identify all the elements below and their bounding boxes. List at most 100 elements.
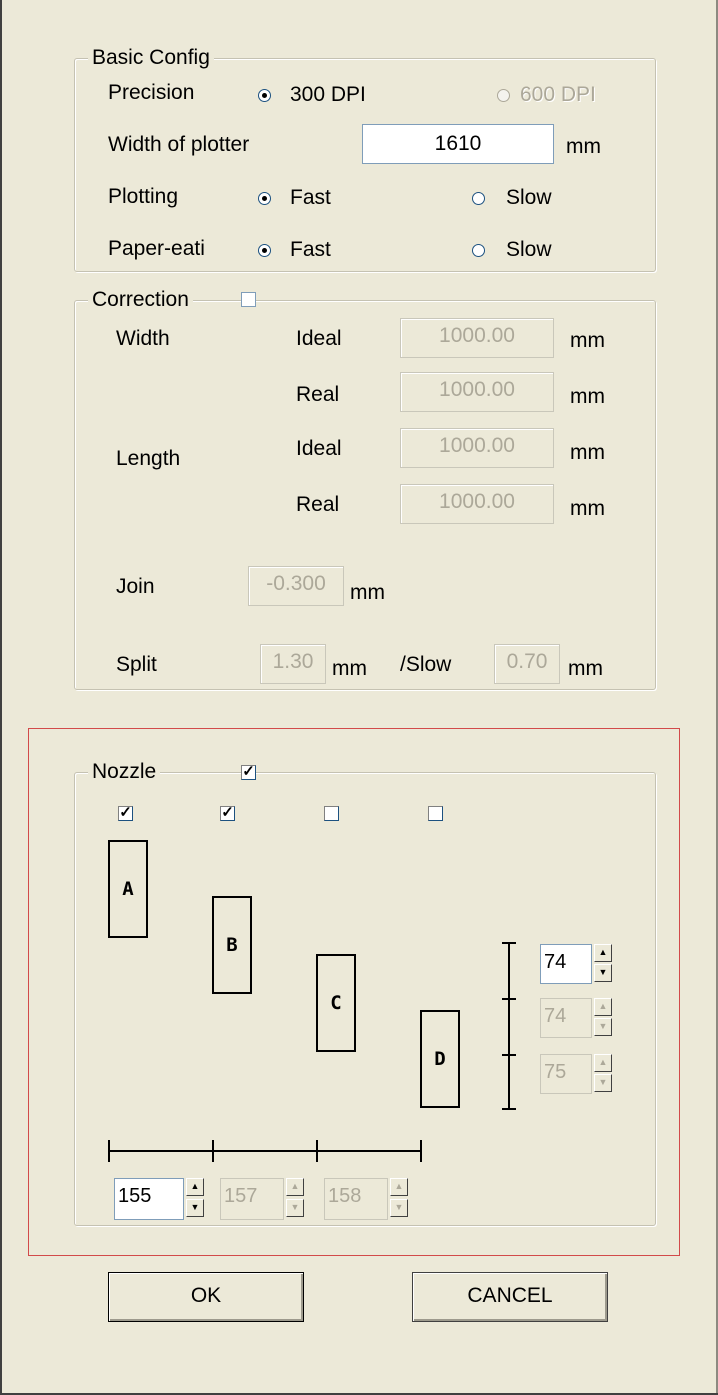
join-unit: mm bbox=[350, 581, 385, 604]
offset-c-d-spinner: ▲ ▼ bbox=[390, 1178, 408, 1220]
check-icon: ✓ bbox=[242, 763, 255, 780]
arrow-down-icon: ▼ bbox=[598, 967, 608, 977]
check-icon: ✓ bbox=[119, 804, 132, 821]
vertical-offset-line bbox=[508, 942, 510, 1110]
precision-300dpi-label[interactable]: 300 DPI bbox=[290, 82, 366, 108]
paper-eating-label: Paper-eati bbox=[108, 237, 205, 260]
spinner-up-button[interactable]: ▲ bbox=[186, 1178, 204, 1196]
correction-legend: Correction bbox=[88, 288, 193, 312]
check-icon: ✓ bbox=[221, 804, 234, 821]
paper-fast-label[interactable]: Fast bbox=[290, 237, 331, 263]
ok-button[interactable]: OK bbox=[108, 1272, 304, 1322]
offset-a-b-spinner-input[interactable]: 155 bbox=[114, 1178, 184, 1220]
vertical-offset-tick bbox=[502, 998, 516, 1000]
spinner-down-button: ▼ bbox=[594, 1074, 612, 1092]
arrow-up-icon: ▲ bbox=[394, 1181, 404, 1191]
nozzle-enable-checkbox[interactable]: ✓ bbox=[241, 763, 256, 780]
length-real-label: Real bbox=[296, 493, 340, 516]
width-of-plotter-input[interactable]: 1610 bbox=[362, 124, 554, 164]
spinner-down-button: ▼ bbox=[390, 1199, 408, 1217]
offset-d-spinner-input: 75 bbox=[540, 1054, 592, 1094]
horizontal-offset-tick bbox=[108, 1140, 110, 1162]
plotting-fast-radio[interactable] bbox=[258, 192, 271, 205]
width-of-plotter-label: Width of plotter bbox=[108, 133, 250, 156]
width-real-input: 1000.00 bbox=[400, 372, 554, 412]
spinner-down-button[interactable]: ▼ bbox=[594, 964, 612, 982]
correction-width-label: Width bbox=[116, 327, 170, 350]
split-input: 1.30 bbox=[260, 644, 326, 684]
horizontal-offset-tick bbox=[316, 1140, 318, 1162]
offset-b-spinner-input[interactable]: 74 bbox=[540, 944, 592, 984]
cancel-button[interactable]: CANCEL bbox=[412, 1272, 608, 1322]
spinner-up-button: ▲ bbox=[594, 998, 612, 1016]
offset-b-c-spinner: ▲ ▼ bbox=[286, 1178, 304, 1220]
arrow-down-icon: ▼ bbox=[598, 1077, 608, 1087]
width-real-label: Real bbox=[296, 383, 340, 406]
plotting-slow-radio[interactable] bbox=[472, 192, 485, 205]
nozzle-b-block: B bbox=[212, 896, 252, 994]
width-ideal-label: Ideal bbox=[296, 327, 342, 350]
precision-label: Precision bbox=[108, 81, 195, 104]
spinner-up-button: ▲ bbox=[390, 1178, 408, 1196]
spinner-down-button: ▼ bbox=[286, 1199, 304, 1217]
slow-unit: mm bbox=[568, 657, 603, 680]
offset-b-spinner: ▲ ▼ bbox=[594, 944, 612, 984]
split-label: Split bbox=[116, 653, 157, 676]
slow-input: 0.70 bbox=[494, 644, 560, 684]
length-real-unit: mm bbox=[570, 497, 605, 520]
length-ideal-label: Ideal bbox=[296, 437, 342, 460]
length-real-input: 1000.00 bbox=[400, 484, 554, 524]
length-ideal-unit: mm bbox=[570, 441, 605, 464]
arrow-down-icon: ▼ bbox=[394, 1202, 404, 1212]
join-input: -0.300 bbox=[248, 566, 344, 606]
nozzle-a-checkbox[interactable]: ✓ bbox=[118, 804, 133, 821]
vertical-offset-tick bbox=[502, 1054, 516, 1056]
split-unit: mm bbox=[332, 657, 367, 680]
slow-label: /Slow bbox=[400, 653, 452, 676]
nozzle-a-block: A bbox=[108, 840, 148, 938]
plotting-slow-label[interactable]: Slow bbox=[506, 185, 552, 211]
nozzle-b-checkbox[interactable]: ✓ bbox=[220, 804, 235, 821]
nozzle-b-letter: B bbox=[226, 934, 238, 956]
nozzle-d-block: D bbox=[420, 1010, 460, 1108]
nozzle-d-letter: D bbox=[434, 1048, 446, 1070]
offset-d-spinner: ▲ ▼ bbox=[594, 1054, 612, 1094]
offset-c-spinner: ▲ ▼ bbox=[594, 998, 612, 1038]
vertical-offset-tick bbox=[502, 942, 516, 944]
nozzle-legend: Nozzle bbox=[88, 760, 161, 784]
arrow-up-icon: ▲ bbox=[598, 947, 608, 957]
paper-slow-radio[interactable] bbox=[472, 244, 485, 257]
spinner-down-button: ▼ bbox=[594, 1018, 612, 1036]
arrow-down-icon: ▼ bbox=[598, 1021, 608, 1031]
nozzle-c-checkbox[interactable] bbox=[324, 806, 339, 821]
spinner-up-button[interactable]: ▲ bbox=[594, 944, 612, 962]
nozzle-d-checkbox[interactable] bbox=[428, 806, 443, 821]
arrow-up-icon: ▲ bbox=[598, 1057, 608, 1067]
width-real-unit: mm bbox=[570, 385, 605, 408]
arrow-down-icon: ▼ bbox=[290, 1202, 300, 1212]
arrow-up-icon: ▲ bbox=[598, 1001, 608, 1011]
horizontal-offset-tick bbox=[212, 1140, 214, 1162]
arrow-up-icon: ▲ bbox=[190, 1181, 200, 1191]
spinner-down-button[interactable]: ▼ bbox=[186, 1199, 204, 1217]
offset-b-c-spinner-input: 157 bbox=[220, 1178, 284, 1220]
precision-600dpi-label: 600 DPI bbox=[520, 83, 596, 106]
precision-600dpi-radio bbox=[497, 89, 510, 102]
join-label: Join bbox=[116, 575, 155, 598]
offset-c-d-spinner-input: 158 bbox=[324, 1178, 388, 1220]
paper-fast-radio[interactable] bbox=[258, 244, 271, 257]
nozzle-c-block: C bbox=[316, 954, 356, 1052]
offset-a-b-spinner: ▲ ▼ bbox=[186, 1178, 204, 1220]
correction-enable-checkbox[interactable] bbox=[241, 292, 256, 307]
plotting-label: Plotting bbox=[108, 185, 179, 208]
paper-slow-label[interactable]: Slow bbox=[506, 237, 552, 263]
plotting-fast-label[interactable]: Fast bbox=[290, 185, 331, 211]
width-unit-label: mm bbox=[566, 135, 601, 158]
precision-300dpi-radio[interactable] bbox=[258, 89, 271, 102]
horizontal-offset-line bbox=[108, 1150, 422, 1152]
offset-c-spinner-input: 74 bbox=[540, 998, 592, 1038]
correction-group bbox=[74, 300, 656, 690]
correction-length-label: Length bbox=[116, 447, 181, 470]
horizontal-offset-tick bbox=[420, 1140, 422, 1162]
nozzle-c-letter: C bbox=[330, 992, 342, 1014]
